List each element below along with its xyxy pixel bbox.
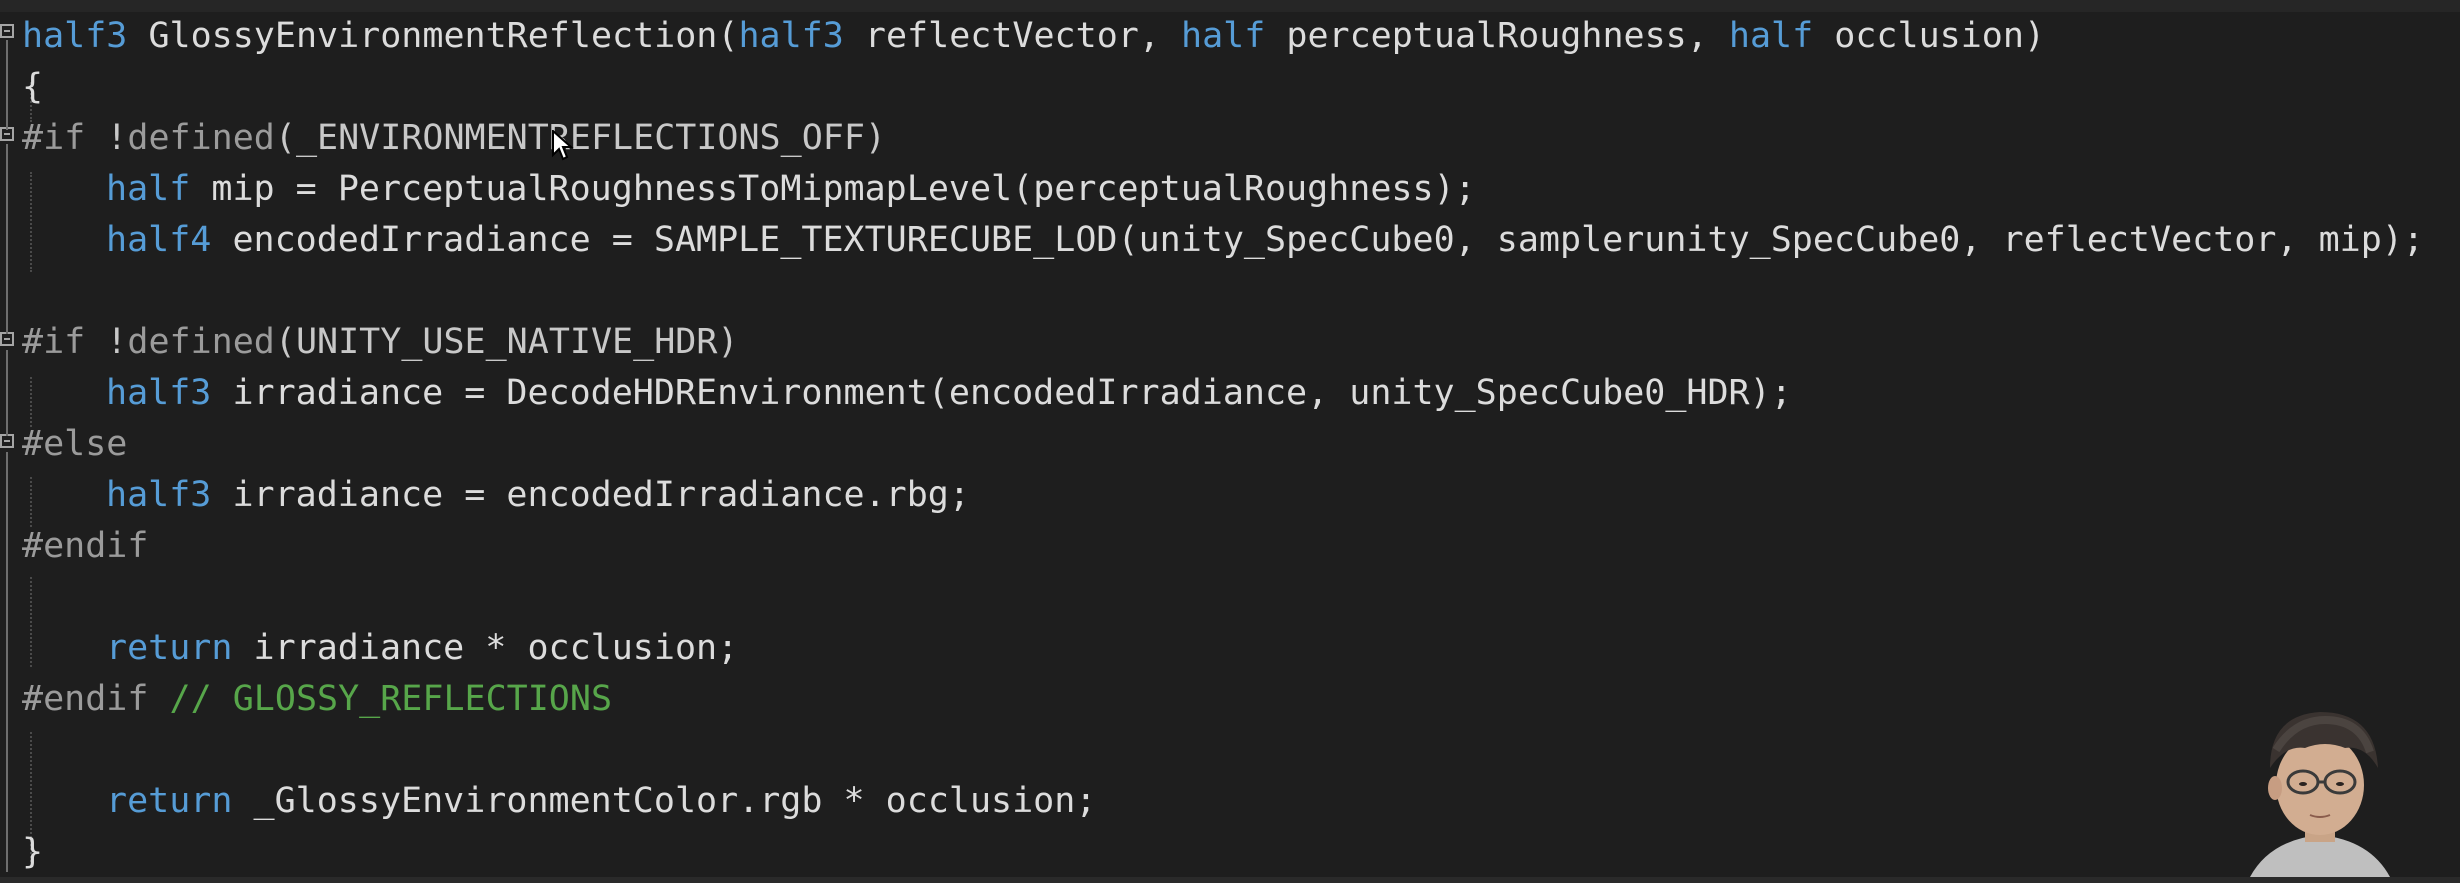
function-call: PerceptualRoughnessToMipmapLevel	[337, 169, 1013, 209]
param-type: half	[1181, 16, 1266, 56]
preprocessor-directive: #endif	[22, 526, 149, 566]
fold-toggle-icon[interactable]	[0, 332, 14, 346]
preprocessor-directive: #endif	[22, 679, 149, 719]
code-line-2[interactable]: {	[22, 62, 43, 112]
variable-name: irradiance	[232, 475, 444, 515]
param-type: half3	[738, 16, 844, 56]
param-name: perceptualRoughness	[1286, 16, 1687, 56]
arguments: encodedIrradiance, unity_SpecCube0_HDR	[948, 373, 1750, 413]
outline-guide	[6, 40, 8, 130]
code-line-13[interactable]: return irradiance * occlusion;	[22, 623, 738, 673]
type-keyword: half	[106, 169, 191, 209]
macro-name: _ENVIRONMENTREFLECTIONS_OFF	[295, 118, 865, 158]
code-line-4[interactable]: half mip = PerceptualRoughnessToMipmapLe…	[22, 164, 1476, 214]
editor-bottom-edge	[0, 877, 2460, 883]
return-keyword: return	[106, 781, 233, 821]
variable-name: encodedIrradiance	[232, 220, 591, 260]
webcam-overlay	[2120, 690, 2460, 877]
code-line-9[interactable]: #else	[22, 419, 127, 469]
expression: irradiance * occlusion	[253, 628, 718, 668]
preprocessor-directive: #if	[22, 322, 86, 362]
code-line-5[interactable]: half4 encodedIrradiance = SAMPLE_TEXTURE…	[22, 215, 2424, 265]
function-call: DecodeHDREnvironment	[506, 373, 928, 413]
macro-call: SAMPLE_TEXTURECUBE_LOD	[653, 220, 1118, 260]
fold-toggle-icon[interactable]	[0, 24, 14, 38]
outline-guide	[6, 452, 8, 872]
defined-keyword: defined	[127, 322, 275, 362]
open-brace: {	[22, 67, 44, 107]
code-line-7[interactable]: #if !defined(UNITY_USE_NATIVE_HDR)	[22, 317, 738, 367]
return-keyword: return	[106, 628, 233, 668]
code-comment: // GLOSSY_REFLECTIONS	[169, 679, 613, 719]
fold-toggle-icon[interactable]	[0, 434, 14, 448]
param-name: reflectVector	[864, 16, 1139, 56]
type-keyword: half3	[106, 373, 212, 413]
not-operator: !	[106, 118, 128, 158]
defined-keyword: defined	[127, 118, 275, 158]
code-editor[interactable]: half3 GlossyEnvironmentReflection(half3 …	[0, 12, 2460, 877]
outline-guide	[6, 144, 8, 334]
function-name: GlossyEnvironmentReflection	[148, 16, 718, 56]
code-line-16[interactable]: return _GlossyEnvironmentColor.rgb * occ…	[22, 776, 1096, 826]
not-operator: !	[106, 322, 128, 362]
param-type: half	[1728, 16, 1814, 56]
param-name: occlusion	[1834, 16, 2024, 56]
macro-name: UNITY_USE_NATIVE_HDR	[295, 322, 718, 362]
code-line-8[interactable]: half3 irradiance = DecodeHDREnvironment(…	[22, 368, 1792, 418]
code-line-3[interactable]: #if !defined(_ENVIRONMENTREFLECTIONS_OFF…	[22, 113, 886, 163]
preprocessor-directive: #if	[22, 118, 86, 158]
expression: encodedIrradiance.rbg	[506, 475, 949, 515]
outline-guide	[6, 350, 8, 436]
code-line-1[interactable]: half3 GlossyEnvironmentReflection(half3 …	[22, 11, 2045, 61]
type-keyword: half4	[106, 220, 212, 260]
variable-name: irradiance	[232, 373, 444, 413]
arguments: unity_SpecCube0, samplerunity_SpecCube0,…	[1138, 220, 2382, 260]
code-editor-screen: half3 GlossyEnvironmentReflection(half3 …	[0, 0, 2460, 883]
code-line-10[interactable]: half3 irradiance = encodedIrradiance.rbg…	[22, 470, 970, 520]
code-line-17[interactable]: }	[22, 827, 43, 877]
variable-name: mip	[211, 169, 275, 209]
code-line-14[interactable]: #endif // GLOSSY_REFLECTIONS	[22, 674, 612, 724]
expression: _GlossyEnvironmentColor.rgb * occlusion	[253, 781, 1076, 821]
preprocessor-directive: #else	[22, 424, 128, 464]
type-keyword: half3	[106, 475, 212, 515]
code-line-11[interactable]: #endif	[22, 521, 148, 571]
type-keyword: half3	[22, 16, 128, 56]
close-brace: }	[22, 832, 44, 872]
argument: perceptualRoughness	[1033, 169, 1434, 209]
